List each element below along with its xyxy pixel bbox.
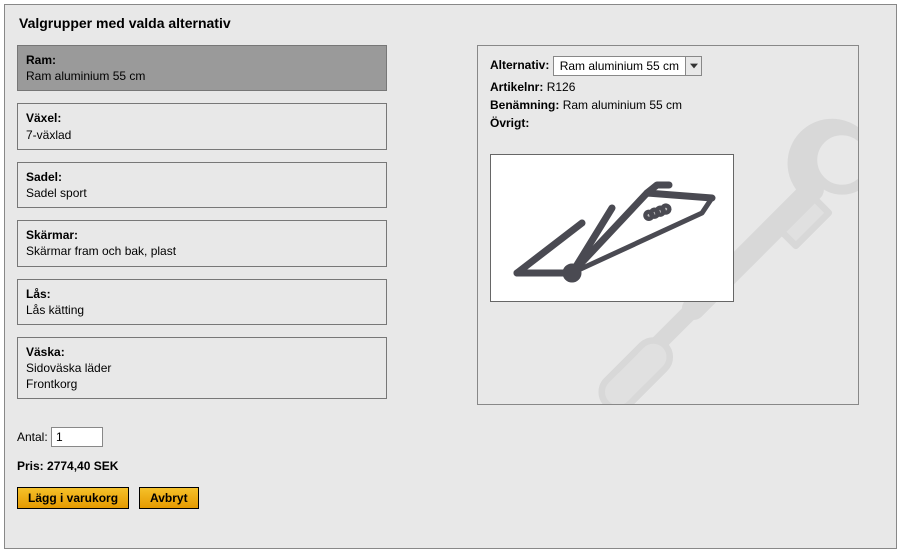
product-image: ●●●● xyxy=(490,154,734,302)
svg-text:●●●●: ●●●● xyxy=(644,203,670,222)
option-group[interactable]: Ram: Ram aluminium 55 cm xyxy=(17,45,387,91)
config-panel: Valgrupper med valda alternativ Ram: Ram … xyxy=(4,4,897,549)
article-label: Artikelnr: xyxy=(490,80,543,94)
option-group-label: Ram: xyxy=(26,53,56,67)
alternative-label: Alternativ: xyxy=(490,58,549,72)
option-group-label: Lås: xyxy=(26,287,51,301)
cancel-button[interactable]: Avbryt xyxy=(139,487,199,509)
alternative-select-value: Ram aluminium 55 cm xyxy=(554,57,685,75)
price-label: Pris: xyxy=(17,459,44,473)
option-group[interactable]: Skärmar: Skärmar fram och bak, plast xyxy=(17,220,387,266)
option-group-value: Skärmar fram och bak, plast xyxy=(26,244,176,258)
option-group[interactable]: Växel: 7-växlad xyxy=(17,103,387,149)
price-row: Pris: 2774,40 SEK xyxy=(17,459,884,473)
option-group-label: Växel: xyxy=(26,111,61,125)
columns: Ram: Ram aluminium 55 cm Växel: 7-växlad Sad… xyxy=(17,45,884,405)
button-row: Lägg i varukorg Avbryt xyxy=(17,487,884,509)
option-group-value: Frontkorg xyxy=(26,377,77,391)
option-group[interactable]: Lås: Lås kätting xyxy=(17,279,387,325)
name-label: Benämning: xyxy=(490,98,559,112)
option-group-value: 7-växlad xyxy=(26,128,71,142)
alternative-select[interactable]: Ram aluminium 55 cm xyxy=(553,56,702,76)
other-row: Övrigt: xyxy=(490,116,846,130)
option-group[interactable]: Väska: Sidoväska läder Frontkorg xyxy=(17,337,387,400)
alternative-row: Alternativ: Ram aluminium 55 cm xyxy=(490,56,846,76)
quantity-row: Antal: xyxy=(17,427,884,447)
name-row: Benämning: Ram aluminium 55 cm xyxy=(490,98,846,112)
option-group-value: Lås kätting xyxy=(26,303,84,317)
option-group-label: Skärmar: xyxy=(26,228,78,242)
option-group-label: Sadel: xyxy=(26,170,62,184)
detail-panel: Alternativ: Ram aluminium 55 cm Artikeln… xyxy=(477,45,859,405)
footer-area: Antal: Pris: 2774,40 SEK Lägg i varukorg… xyxy=(17,427,884,509)
quantity-label: Antal: xyxy=(17,430,48,444)
add-to-cart-button[interactable]: Lägg i varukorg xyxy=(17,487,129,509)
article-row: Artikelnr: R126 xyxy=(490,80,846,94)
other-label: Övrigt: xyxy=(490,116,529,130)
name-value: Ram aluminium 55 cm xyxy=(563,98,682,112)
article-value: R126 xyxy=(547,80,576,94)
quantity-input[interactable] xyxy=(51,427,103,447)
option-group-label: Väska: xyxy=(26,345,65,359)
option-group[interactable]: Sadel: Sadel sport xyxy=(17,162,387,208)
option-group-value: Sidoväska läder xyxy=(26,361,111,375)
option-group-value: Ram aluminium 55 cm xyxy=(26,69,145,83)
chevron-down-icon xyxy=(685,57,701,75)
option-groups-list: Ram: Ram aluminium 55 cm Växel: 7-växlad Sad… xyxy=(17,45,387,399)
price-value: 2774,40 SEK xyxy=(47,459,118,473)
page-title: Valgrupper med valda alternativ xyxy=(19,15,884,31)
option-group-value: Sadel sport xyxy=(26,186,87,200)
detail-content: Alternativ: Ram aluminium 55 cm Artikeln… xyxy=(490,56,846,302)
